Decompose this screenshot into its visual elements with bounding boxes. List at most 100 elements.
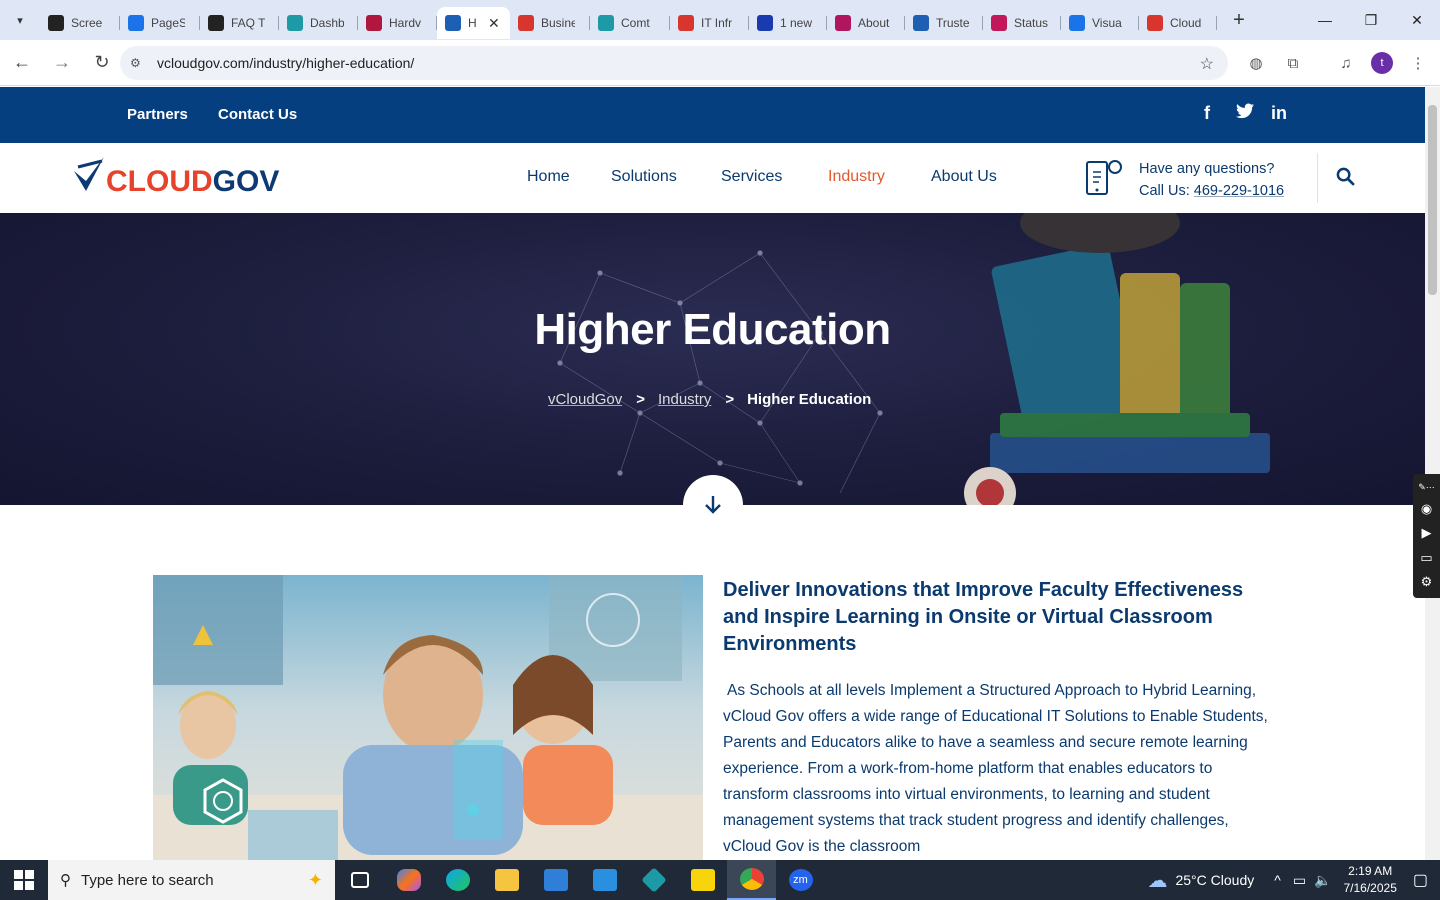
taskbar-search-placeholder: Type here to search <box>81 871 214 889</box>
cloudgov-logo[interactable]: CLOUDGOV <box>72 155 279 199</box>
facebook-icon[interactable]: f <box>1204 103 1210 124</box>
tab-favicon-icon <box>366 15 382 31</box>
edit-tool-icon[interactable]: ✎⋯ <box>1418 482 1435 493</box>
browser-tab[interactable]: Hardv <box>358 7 437 39</box>
settings-gear-icon[interactable]: ⚙ <box>1421 574 1433 590</box>
windows-start-icon[interactable] <box>0 860 48 900</box>
tab-label: Busine <box>541 16 575 30</box>
weather-text[interactable]: 25°C Cloudy <box>1175 872 1254 888</box>
tab-favicon-icon <box>1147 15 1163 31</box>
section-heading: Deliver Innovations that Improve Faculty… <box>723 579 1244 655</box>
breadcrumb-separator: > <box>636 391 645 408</box>
url-text[interactable]: vcloudgov.com/industry/higher-education/ <box>157 55 414 71</box>
browser-tab[interactable]: Status <box>983 7 1061 39</box>
browser-tab[interactable]: Scree <box>40 7 120 39</box>
search-highlight-icon: ✦ <box>307 869 323 890</box>
restore-icon[interactable]: ❐ <box>1348 0 1394 40</box>
tab-close-icon[interactable]: ✕ <box>488 15 500 32</box>
scrollbar-thumb[interactable] <box>1428 105 1437 295</box>
tab-favicon-icon <box>913 15 929 31</box>
site-info-icon[interactable]: ⚙ <box>130 56 150 70</box>
browser-tab[interactable]: Busine <box>510 7 590 39</box>
browser-tab[interactable]: FAQ T <box>200 7 279 39</box>
linkedin-icon[interactable]: in <box>1271 103 1287 124</box>
clock[interactable]: 2:19 AM 7/16/2025 <box>1343 863 1396 897</box>
browser-tab[interactable]: About <box>827 7 905 39</box>
file-explorer-icon[interactable] <box>482 860 531 900</box>
nav-services[interactable]: Services <box>721 168 782 186</box>
reload-icon[interactable]: ↻ <box>84 45 120 81</box>
extensions-icon[interactable]: ⧉ <box>1280 50 1306 76</box>
minimize-icon[interactable]: — <box>1302 0 1348 40</box>
microsoft-store-icon[interactable] <box>531 860 580 900</box>
browser-toolbar: ← → ↻ ⚙ vcloudgov.com/industry/higher-ed… <box>0 40 1440 86</box>
new-tab-button[interactable]: + <box>1227 9 1251 32</box>
clock-time: 2:19 AM <box>1348 864 1393 878</box>
screen-capture-toolbar: ✎⋯ ◉ ▶ ▭ ⚙ <box>1413 474 1440 598</box>
video-camera-icon[interactable]: ▶ <box>1422 525 1432 541</box>
system-tray: ☁ 25°C Cloudy ^ ▭ 🔈 2:19 AM 7/16/2025 ▢ <box>1147 860 1440 900</box>
tab-favicon-icon <box>518 15 534 31</box>
nav-home[interactable]: Home <box>527 168 570 186</box>
chrome-icon[interactable] <box>727 860 776 900</box>
sticky-notes-icon[interactable] <box>678 860 727 900</box>
twitter-icon[interactable] <box>1236 103 1254 124</box>
window-capture-icon[interactable]: ▭ <box>1420 550 1432 566</box>
edge-browser-icon[interactable] <box>433 860 482 900</box>
classroom-students-image <box>153 575 703 860</box>
weather-cloud-icon[interactable]: ☁ <box>1147 868 1167 893</box>
browser-tab[interactable]: Comt <box>590 7 670 39</box>
hero-background-art <box>557 213 1270 505</box>
tab-label: 1 new <box>780 16 813 30</box>
logo-text-gov: GOV <box>212 165 280 198</box>
address-bar[interactable]: ⚙ vcloudgov.com/industry/higher-educatio… <box>120 46 1228 80</box>
nav-about-us[interactable]: About Us <box>931 168 997 186</box>
contact-questions: Have any questions? Call Us: 469-229-101… <box>1139 158 1284 202</box>
translate-icon[interactable]: ◍ <box>1243 50 1269 76</box>
breadcrumb-home[interactable]: vCloudGov <box>548 391 622 408</box>
breadcrumb-industry[interactable]: Industry <box>658 391 711 408</box>
volume-icon[interactable]: 🔈 <box>1314 872 1331 889</box>
mail-icon[interactable] <box>580 860 629 900</box>
copilot-icon[interactable] <box>384 860 433 900</box>
tab-favicon-icon <box>287 15 303 31</box>
contact-us-link[interactable]: Contact Us <box>218 106 297 123</box>
tab-favicon-icon <box>128 15 144 31</box>
network-icon[interactable]: ▭ <box>1293 872 1306 889</box>
section-paragraph: As Schools at all levels Implement a Str… <box>723 682 1268 855</box>
bookmark-star-icon[interactable]: ☆ <box>1200 54 1214 74</box>
menu-kebab-icon[interactable]: ⋮ <box>1405 50 1431 76</box>
close-window-icon[interactable]: ✕ <box>1394 0 1440 40</box>
browser-tab[interactable]: Visua <box>1061 7 1139 39</box>
taskbar-search-box[interactable]: ⚲ Type here to search ✦ <box>48 860 335 900</box>
browser-tab[interactable]: Cloud <box>1139 7 1217 39</box>
notification-icon[interactable]: ▢ <box>1413 870 1428 890</box>
tab-search-icon[interactable]: ▾ <box>6 6 34 34</box>
breadcrumb: vCloudGov > Industry > Higher Education <box>548 391 871 408</box>
nav-industry[interactable]: Industry <box>828 168 885 186</box>
partners-link[interactable]: Partners <box>127 106 188 123</box>
tab-label: About <box>858 16 890 30</box>
tray-chevron-icon[interactable]: ^ <box>1274 872 1281 888</box>
phone-link[interactable]: 469-229-1016 <box>1194 183 1284 199</box>
nav-divider <box>1317 153 1318 203</box>
search-icon[interactable] <box>1336 167 1355 191</box>
forward-icon[interactable]: → <box>44 45 80 81</box>
app-diamond-icon[interactable] <box>629 860 678 900</box>
media-control-icon[interactable]: ♫ <box>1333 50 1359 76</box>
nav-solutions[interactable]: Solutions <box>611 168 677 186</box>
browser-tab[interactable]: H ✕ <box>437 7 510 39</box>
tab-favicon-icon <box>48 15 64 31</box>
zoom-app-icon[interactable]: zm <box>776 860 825 900</box>
browser-tab[interactable]: 1 new <box>749 7 827 39</box>
profile-avatar[interactable]: t <box>1369 50 1395 76</box>
browser-tab[interactable]: Truste <box>905 7 983 39</box>
task-view-icon[interactable] <box>335 860 384 900</box>
back-icon[interactable]: ← <box>4 45 40 81</box>
browser-tab[interactable]: Dashb <box>279 7 358 39</box>
tab-label: Cloud <box>1170 16 1202 30</box>
browser-tab[interactable]: PageS <box>120 7 200 39</box>
tab-favicon-icon <box>678 15 694 31</box>
camera-icon[interactable]: ◉ <box>1421 501 1432 517</box>
browser-tab[interactable]: IT Infr <box>670 7 749 39</box>
